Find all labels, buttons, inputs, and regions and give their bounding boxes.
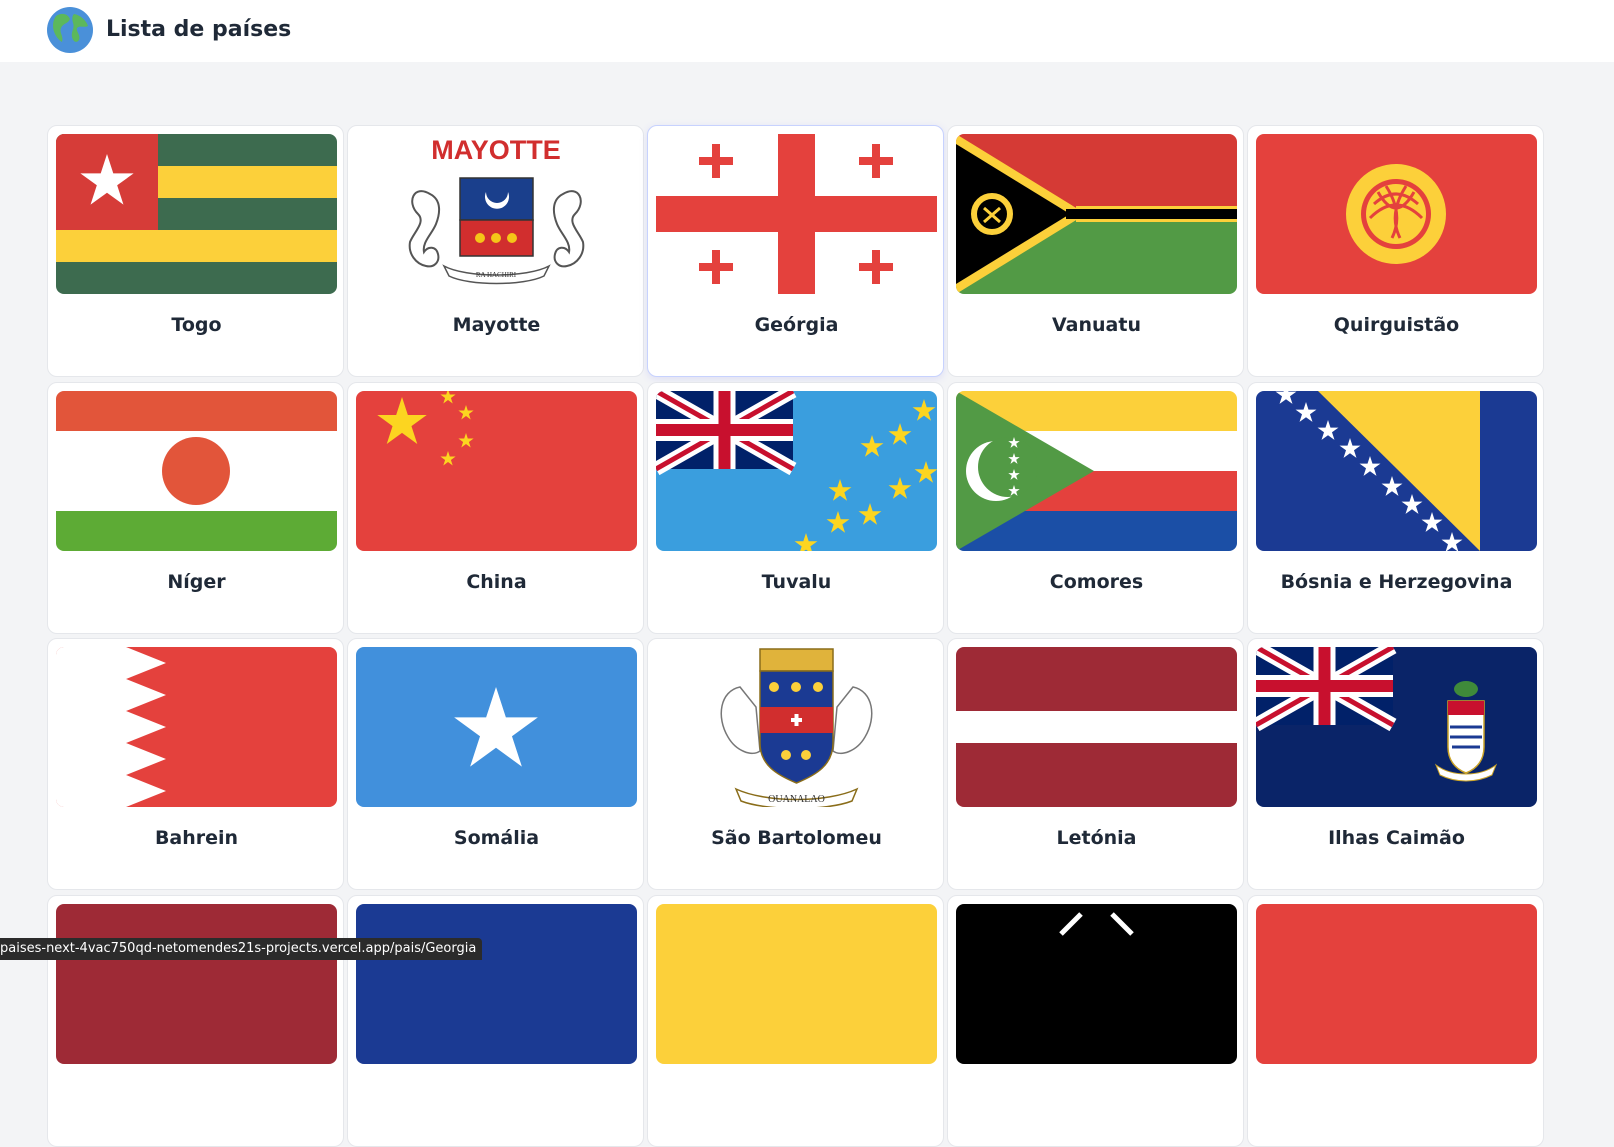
country-card-vanuatu[interactable]: Vanuatu <box>947 125 1244 377</box>
globe-icon <box>47 7 93 53</box>
flag-kyrgyzstan-icon <box>1256 134 1537 294</box>
country-card-tuvalu[interactable]: Tuvalu <box>647 382 944 634</box>
app-header: Lista de países <box>0 0 1614 62</box>
country-name: Tuvalu <box>761 571 832 593</box>
country-card-bosnia[interactable]: Bósnia e Herzegovina <box>1247 382 1544 634</box>
country-card-kyrgyzstan[interactable]: Quirguistão <box>1247 125 1544 377</box>
country-card-togo[interactable]: Togo <box>47 125 344 377</box>
country-name: Bahrein <box>154 827 239 849</box>
country-name: China <box>466 571 527 593</box>
flag-cayman-islands-icon <box>1256 647 1537 807</box>
country-name: Bósnia e Herzegovina <box>1280 571 1513 593</box>
flag-tuvalu-icon <box>656 391 937 551</box>
svg-text:MAYOTTE: MAYOTTE <box>431 135 561 165</box>
flag-togo-icon <box>56 134 337 294</box>
country-name: Quirguistão <box>1333 314 1460 336</box>
country-name: São Bartolomeu <box>711 827 882 849</box>
country-card-partial[interactable] <box>1247 895 1544 1147</box>
flag-partial-icon <box>356 904 637 1064</box>
country-card-partial[interactable] <box>347 895 644 1147</box>
country-name: Níger <box>167 571 226 593</box>
flag-partial-icon <box>656 904 937 1064</box>
flag-vanuatu-icon <box>956 134 1237 294</box>
flag-latvia-icon <box>956 647 1237 807</box>
country-card-china[interactable]: China <box>347 382 644 634</box>
country-card-partial[interactable] <box>47 895 344 1147</box>
country-card-partial[interactable] <box>947 895 1244 1147</box>
country-card-partial[interactable] <box>647 895 944 1147</box>
country-name: Geórgia <box>754 314 839 336</box>
country-name: Togo <box>171 314 222 336</box>
flag-niger-icon <box>56 391 337 551</box>
country-name: Comores <box>1049 571 1144 593</box>
flag-mayotte-icon: MAYOTTE RA HACHIRI <box>356 134 637 294</box>
country-name: Mayotte <box>452 314 541 336</box>
flag-partial-icon <box>56 904 337 1064</box>
country-name: Vanuatu <box>1052 314 1141 336</box>
svg-text:RA HACHIRI: RA HACHIRI <box>476 271 517 279</box>
flag-saint-barthelemy-icon: OUANALAO <box>656 647 937 807</box>
country-card-niger[interactable]: Níger <box>47 382 344 634</box>
country-name: Ilhas Caimão <box>1328 827 1465 849</box>
country-card-saint-barthelemy[interactable]: OUANALAO São Bartolomeu <box>647 638 944 890</box>
country-name: Somália <box>453 827 540 849</box>
flag-partial-icon <box>956 904 1237 1064</box>
flag-partial-icon <box>1256 904 1537 1064</box>
country-card-somalia[interactable]: Somália <box>347 638 644 890</box>
country-card-bahrain[interactable]: Bahrein <box>47 638 344 890</box>
flag-somalia-icon <box>356 647 637 807</box>
flag-china-icon <box>356 391 637 551</box>
page-title: Lista de países <box>106 17 292 42</box>
country-card-mayotte[interactable]: MAYOTTE RA HACHIRI Mayotte <box>347 125 644 377</box>
flag-georgia-icon <box>656 134 937 294</box>
status-bar-url: paises-next-4vac750qd-netomendes21s-proj… <box>0 938 483 960</box>
flag-bahrain-icon <box>56 647 337 807</box>
country-card-georgia[interactable]: Geórgia <box>647 125 944 377</box>
flag-comoros-icon <box>956 391 1237 551</box>
country-card-comoros[interactable]: Comores <box>947 382 1244 634</box>
country-name: Letónia <box>1056 827 1137 849</box>
flag-bosnia-icon <box>1256 391 1537 551</box>
svg-text:OUANALAO: OUANALAO <box>768 794 825 805</box>
country-card-cayman-islands[interactable]: Ilhas Caimão <box>1247 638 1544 890</box>
country-card-latvia[interactable]: Letónia <box>947 638 1244 890</box>
